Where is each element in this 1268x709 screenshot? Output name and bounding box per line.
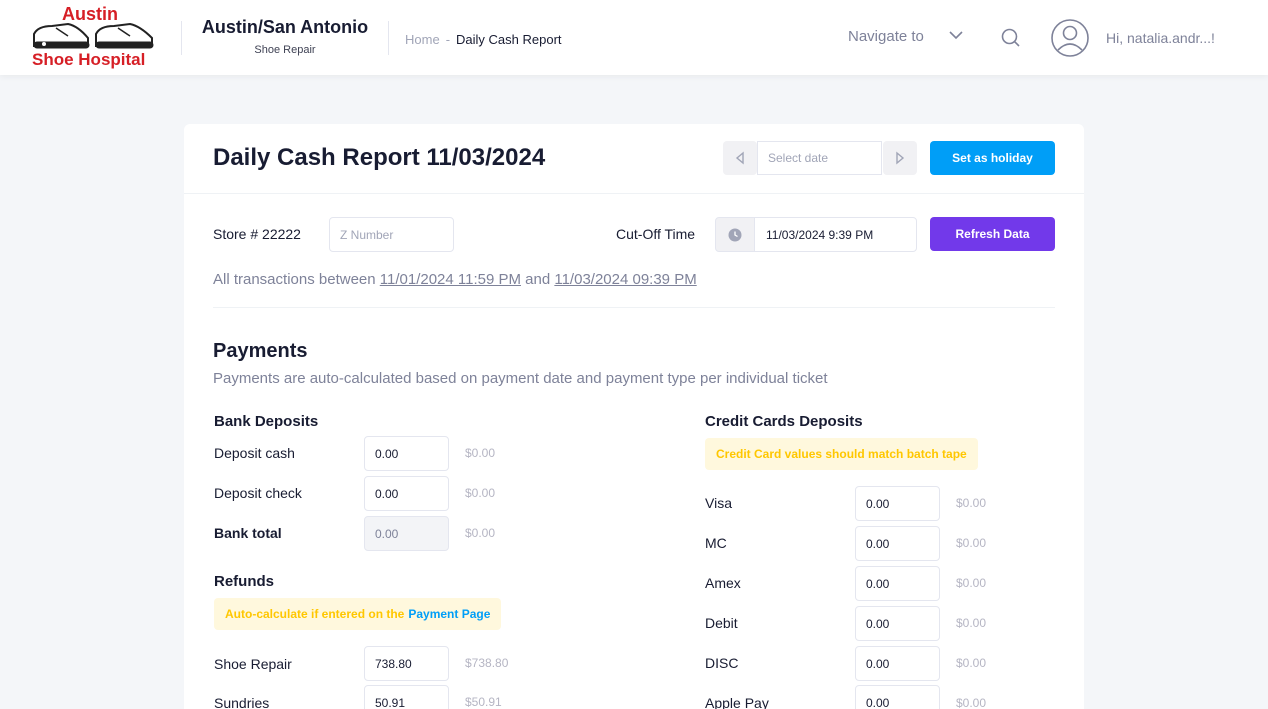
visa-input[interactable]: 0.00 [855, 486, 940, 521]
chevron-down-icon [949, 31, 963, 40]
bank-deposits-title: Bank Deposits [214, 413, 319, 430]
mc-amount: $0.00 [956, 536, 987, 550]
transactions-from-link[interactable]: 11/01/2024 11:59 PM [380, 271, 521, 288]
shoe-repair-label: Shoe Repair [214, 656, 292, 672]
apple-pay-amount: $0.00 [956, 696, 987, 709]
next-date-button[interactable] [883, 141, 917, 175]
breadcrumb-current: Daily Cash Report [456, 32, 562, 47]
disc-input[interactable]: 0.00 [855, 646, 940, 681]
store-number-label: Store # 22222 [213, 226, 301, 242]
bank-total-input: 0.00 [364, 516, 449, 551]
company-subtitle: Shoe Repair [254, 44, 316, 56]
user-greeting[interactable]: Hi, natalia.andr...! [1106, 30, 1215, 46]
user-avatar-icon[interactable] [1050, 18, 1090, 58]
transactions-prefix: All transactions between [213, 271, 376, 288]
top-header: Austin Shoe Hospital Austin/San Antonio … [0, 0, 1268, 75]
deposit-check-input[interactable]: 0.00 [364, 476, 449, 511]
caret-left-icon [735, 151, 744, 165]
credit-card-deposits-title: Credit Cards Deposits [705, 413, 863, 430]
bank-total-amount: $0.00 [465, 526, 496, 540]
deposit-cash-input[interactable]: 0.00 [364, 436, 449, 471]
company-block: Austin/San Antonio Shoe Repair [198, 17, 372, 56]
deposit-check-label: Deposit check [214, 485, 302, 501]
cutoff-clock-addon [715, 217, 755, 252]
transactions-range-text: All transactions between 11/01/2024 11:5… [213, 271, 697, 288]
company-logo[interactable]: Austin Shoe Hospital [30, 4, 156, 72]
caret-right-icon [896, 151, 905, 165]
shoe-repair-input[interactable]: 738.80 [364, 646, 449, 681]
cutoff-time-label: Cut-Off Time [616, 226, 696, 242]
shoe-repair-amount: $738.80 [465, 656, 509, 670]
refunds-note: Auto-calculate if entered on the Payment… [214, 598, 502, 630]
breadcrumb: Home - Daily Cash Report [405, 32, 562, 47]
amex-label: Amex [705, 575, 741, 591]
breadcrumb-home[interactable]: Home [405, 32, 440, 47]
disc-amount: $0.00 [956, 656, 987, 670]
debit-amount: $0.00 [956, 616, 987, 630]
apple-pay-input[interactable]: 0.00 [855, 685, 940, 709]
navigate-to-dropdown[interactable]: Navigate to [848, 28, 963, 45]
page-title: Daily Cash Report 11/03/2024 [213, 144, 546, 171]
divider [184, 193, 1084, 194]
logo-line-2: Shoe Hospital [32, 50, 146, 69]
z-number-input[interactable]: Z Number [329, 217, 454, 252]
set-as-holiday-button[interactable]: Set as holiday [930, 141, 1055, 175]
credit-card-note: Credit Card values should match batch ta… [705, 438, 978, 470]
sundries-label: Sundries [214, 695, 270, 709]
deposit-cash-amount: $0.00 [465, 446, 496, 460]
refunds-note-text: Auto-calculate if entered on the [225, 607, 405, 621]
debit-label: Debit [705, 615, 738, 631]
disc-label: DISC [705, 655, 739, 671]
amex-amount: $0.00 [956, 576, 987, 590]
bank-total-label: Bank total [214, 525, 282, 541]
deposit-cash-label: Deposit cash [214, 445, 295, 461]
sundries-amount: $50.91 [465, 695, 502, 709]
daily-cash-report-card: Daily Cash Report 11/03/2024 Select date… [184, 124, 1084, 709]
apple-pay-label: Apple Pay [705, 695, 769, 709]
refresh-data-button[interactable]: Refresh Data [930, 217, 1055, 251]
date-picker-group: Select date [723, 141, 917, 175]
deposit-check-amount: $0.00 [465, 486, 496, 500]
divider [213, 307, 1055, 308]
payments-title: Payments [213, 340, 308, 362]
amex-input[interactable]: 0.00 [855, 566, 940, 601]
payment-page-link[interactable]: Payment Page [408, 607, 490, 621]
cutoff-time-input[interactable]: 11/03/2024 9:39 PM [754, 217, 917, 252]
divider [181, 21, 182, 55]
sundries-input[interactable]: 50.91 [364, 685, 449, 709]
navigate-to-label: Navigate to [848, 28, 924, 45]
date-input[interactable]: Select date [757, 141, 882, 175]
divider [388, 21, 389, 55]
transactions-to-link[interactable]: 11/03/2024 09:39 PM [554, 271, 696, 288]
search-icon[interactable] [1000, 27, 1022, 49]
breadcrumb-separator: - [445, 32, 451, 47]
debit-input[interactable]: 0.00 [855, 606, 940, 641]
previous-date-button[interactable] [723, 141, 757, 175]
mc-input[interactable]: 0.00 [855, 526, 940, 561]
mc-label: MC [705, 535, 727, 551]
payments-subtitle: Payments are auto-calculated based on pa… [213, 370, 828, 387]
visa-amount: $0.00 [956, 496, 987, 510]
logo-line-1: Austin [62, 4, 118, 24]
company-name: Austin/San Antonio [201, 17, 369, 37]
transactions-and: and [525, 271, 551, 288]
clock-icon [728, 228, 742, 241]
visa-label: Visa [705, 495, 732, 511]
refunds-title: Refunds [214, 573, 274, 590]
